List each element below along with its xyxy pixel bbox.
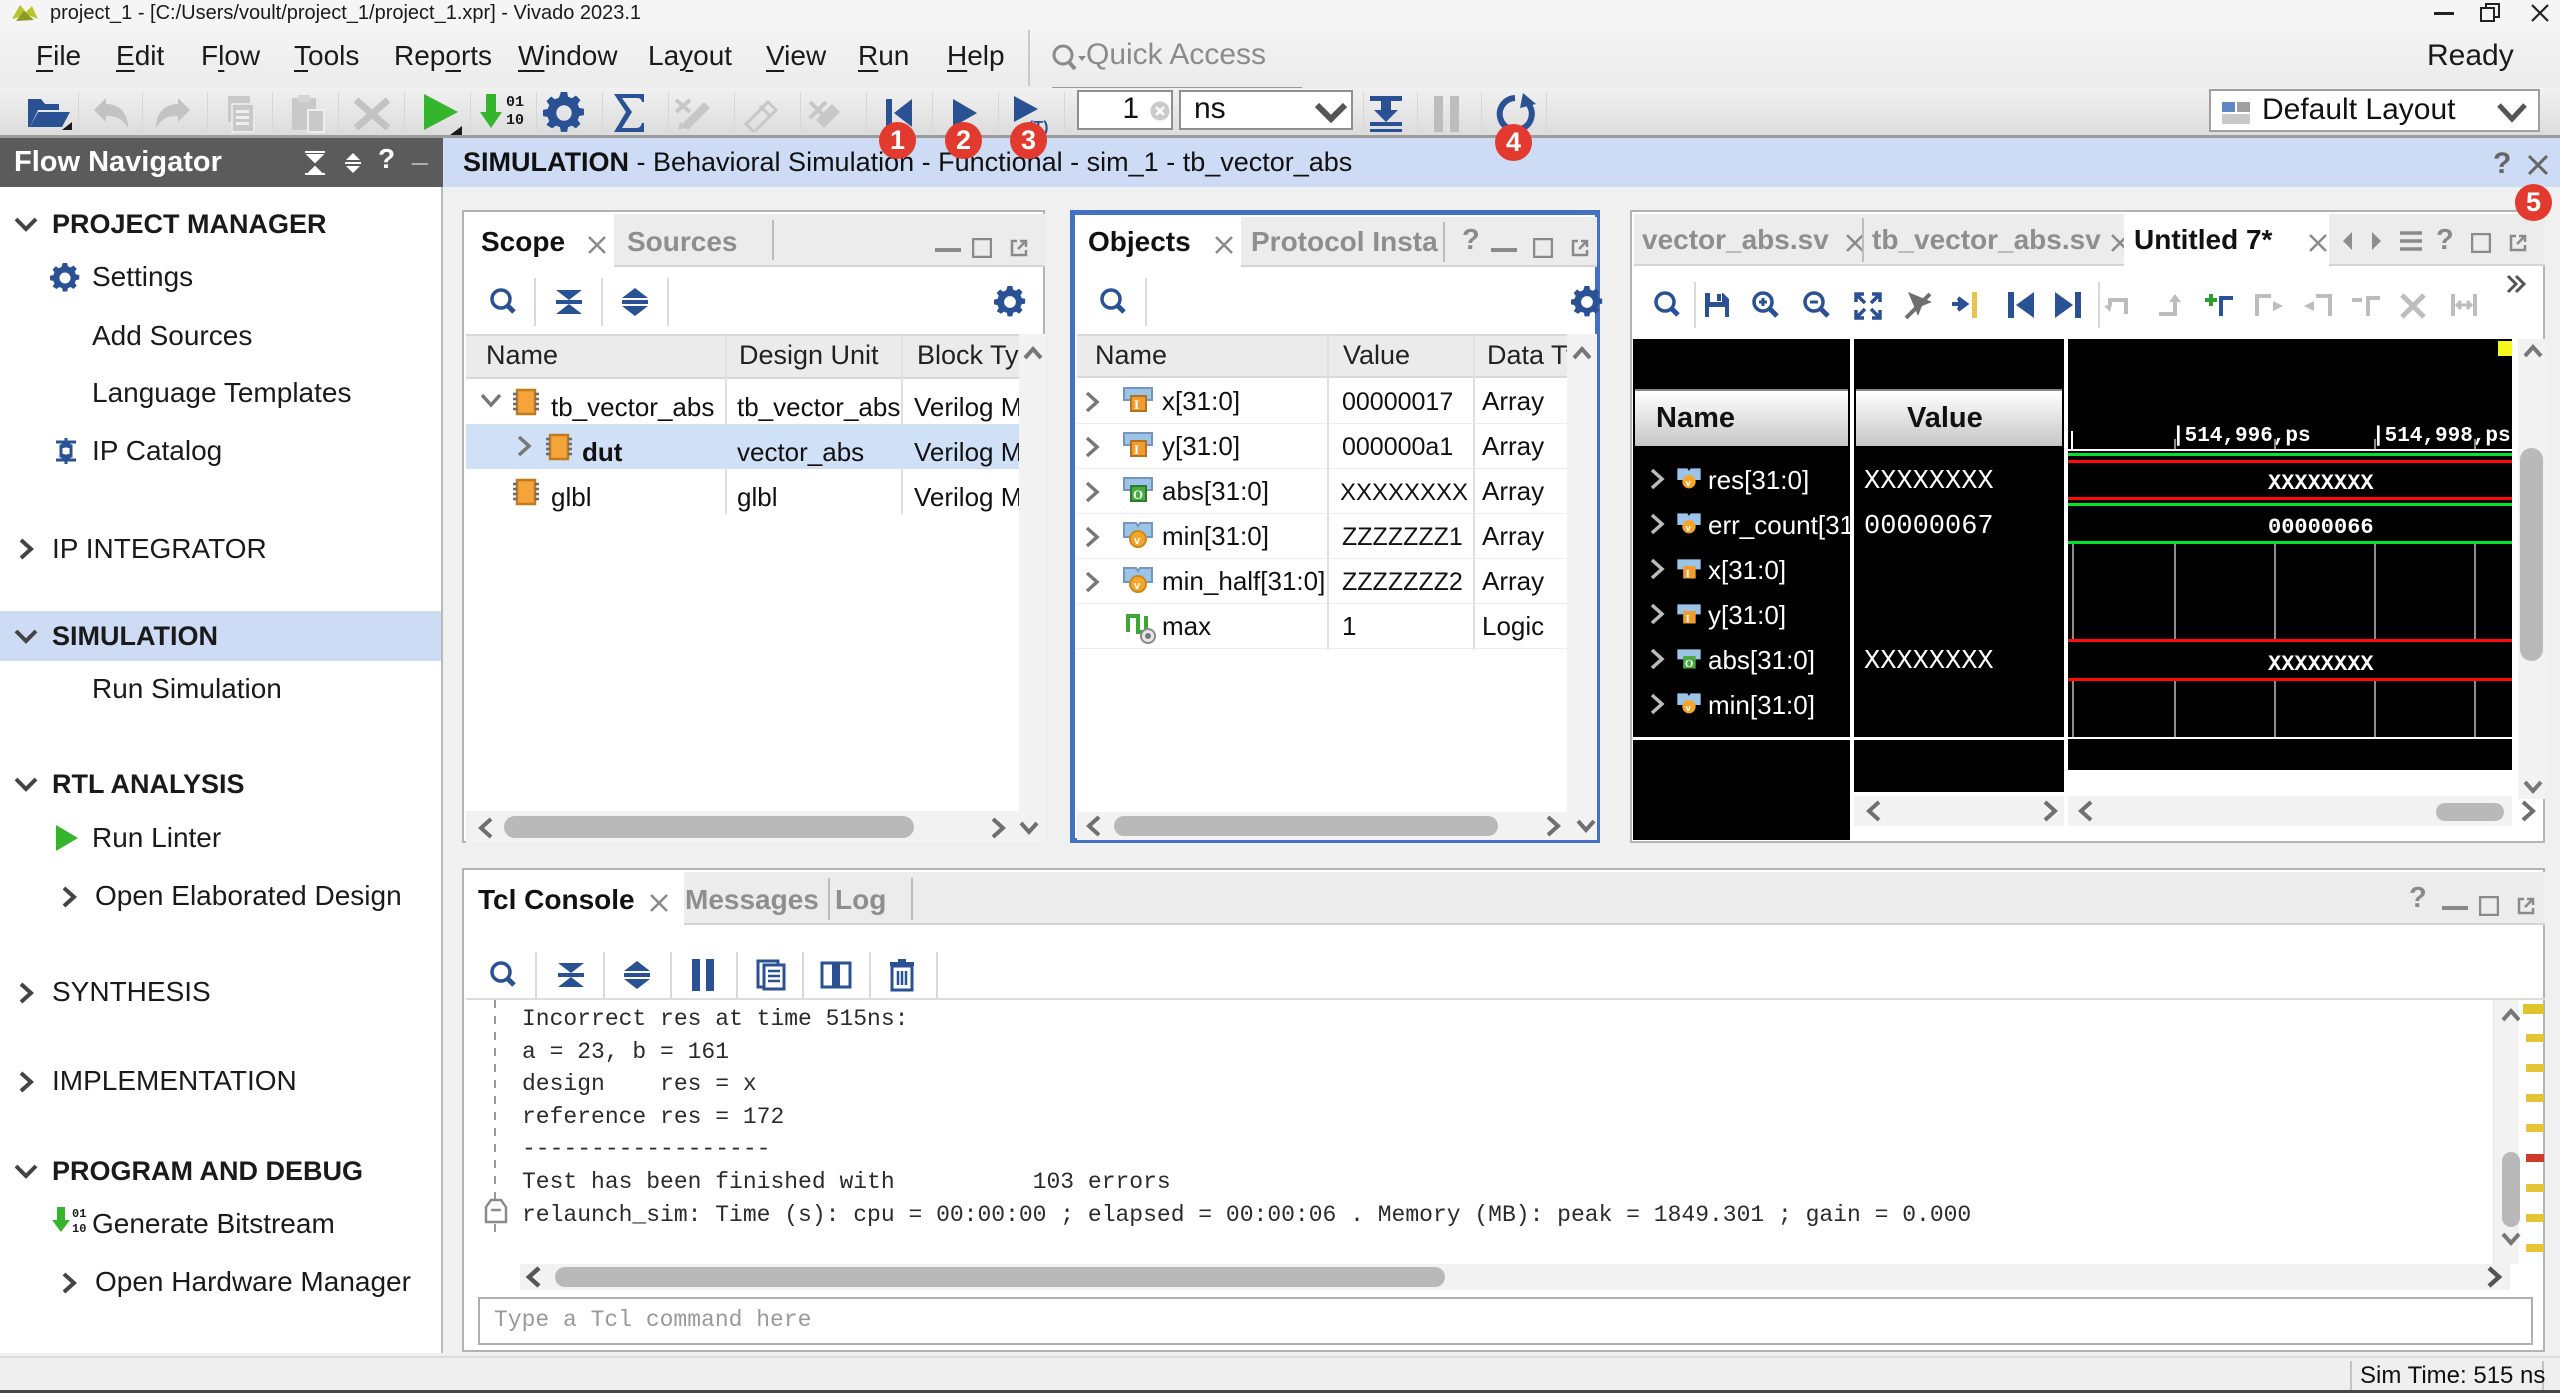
- svg-text:I: I: [1134, 442, 1139, 457]
- svg-text:I: I: [1686, 568, 1690, 580]
- svg-text:10: 10: [506, 112, 524, 129]
- svg-text:I: I: [1686, 613, 1690, 625]
- svg-text:v: v: [1686, 703, 1692, 713]
- svg-text:v: v: [1134, 535, 1141, 547]
- svg-text:10: 10: [72, 1222, 86, 1236]
- svg-text:01: 01: [72, 1207, 86, 1221]
- svg-text:v: v: [1686, 523, 1692, 533]
- svg-text:01: 01: [506, 94, 524, 111]
- svg-text:v: v: [1686, 478, 1692, 488]
- svg-text:O: O: [1133, 487, 1143, 502]
- svg-text:O: O: [1685, 658, 1693, 670]
- svg-text:v: v: [1134, 580, 1141, 592]
- svg-text:I: I: [1134, 397, 1139, 412]
